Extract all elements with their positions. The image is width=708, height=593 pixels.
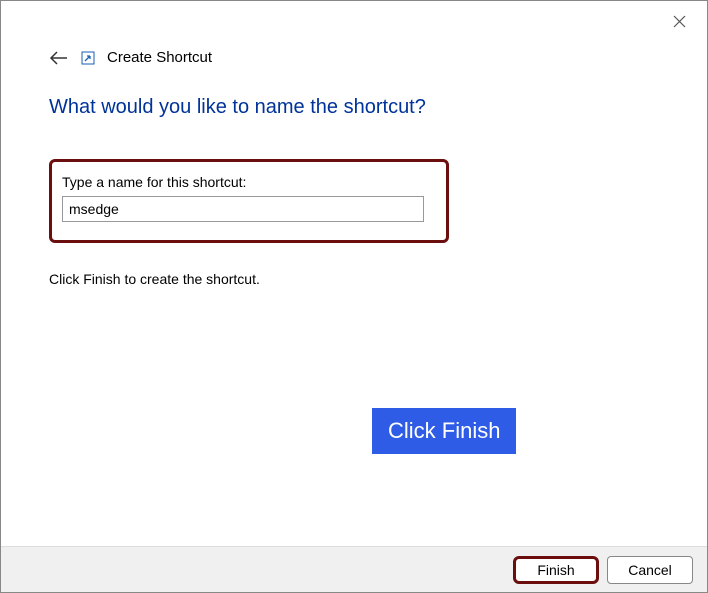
dialog-content: What would you like to name the shortcut… (1, 66, 707, 287)
shortcut-name-input[interactable] (62, 196, 424, 222)
back-button[interactable] (49, 50, 69, 66)
name-field-highlight: Type a name for this shortcut: (49, 159, 449, 243)
back-arrow-icon (49, 50, 69, 66)
instruction-text: Click Finish to create the shortcut. (49, 271, 659, 287)
finish-button[interactable]: Finish (513, 556, 599, 584)
cancel-button[interactable]: Cancel (607, 556, 693, 584)
close-button[interactable] (669, 11, 689, 31)
heading-question: What would you like to name the shortcut… (49, 96, 659, 119)
dialog-header: Create Shortcut (1, 1, 707, 66)
dialog-footer: Finish Cancel (1, 546, 707, 592)
create-shortcut-dialog: Create Shortcut What would you like to n… (0, 0, 708, 593)
callout-text: Click Finish (388, 418, 500, 443)
annotation-callout: Click Finish (372, 408, 516, 454)
shortcut-icon (81, 51, 95, 65)
name-field-label: Type a name for this shortcut: (62, 174, 436, 190)
close-icon (673, 15, 686, 28)
dialog-title: Create Shortcut (107, 49, 212, 66)
